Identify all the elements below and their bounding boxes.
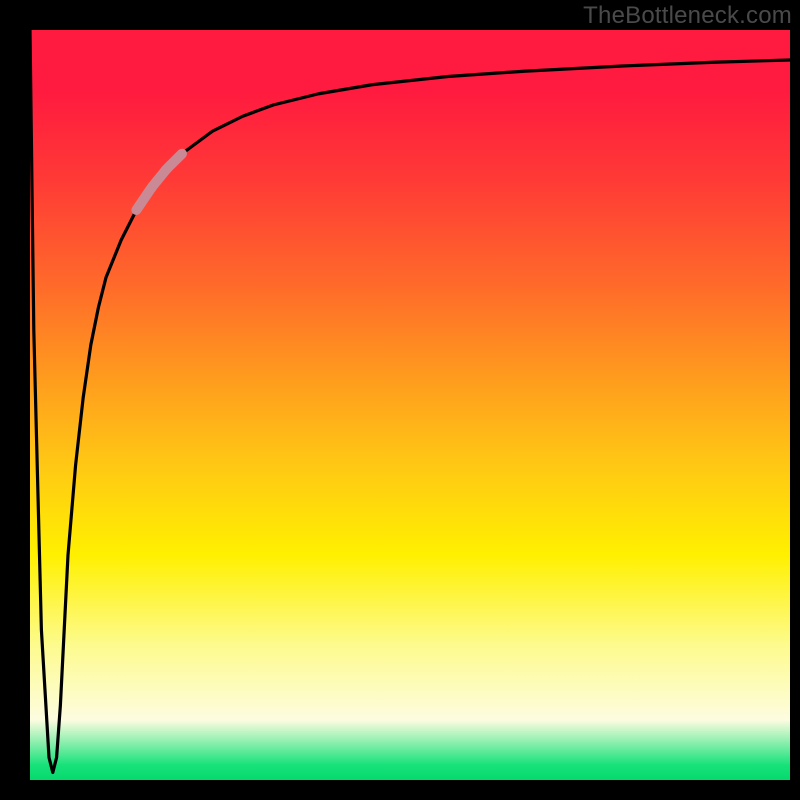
bottleneck-curve [30,30,790,773]
curve-svg [30,30,790,780]
chart-frame: TheBottleneck.com [0,0,800,800]
curve-highlight-segment [136,154,182,210]
plot-area [30,30,790,780]
watermark-text: TheBottleneck.com [583,2,792,30]
